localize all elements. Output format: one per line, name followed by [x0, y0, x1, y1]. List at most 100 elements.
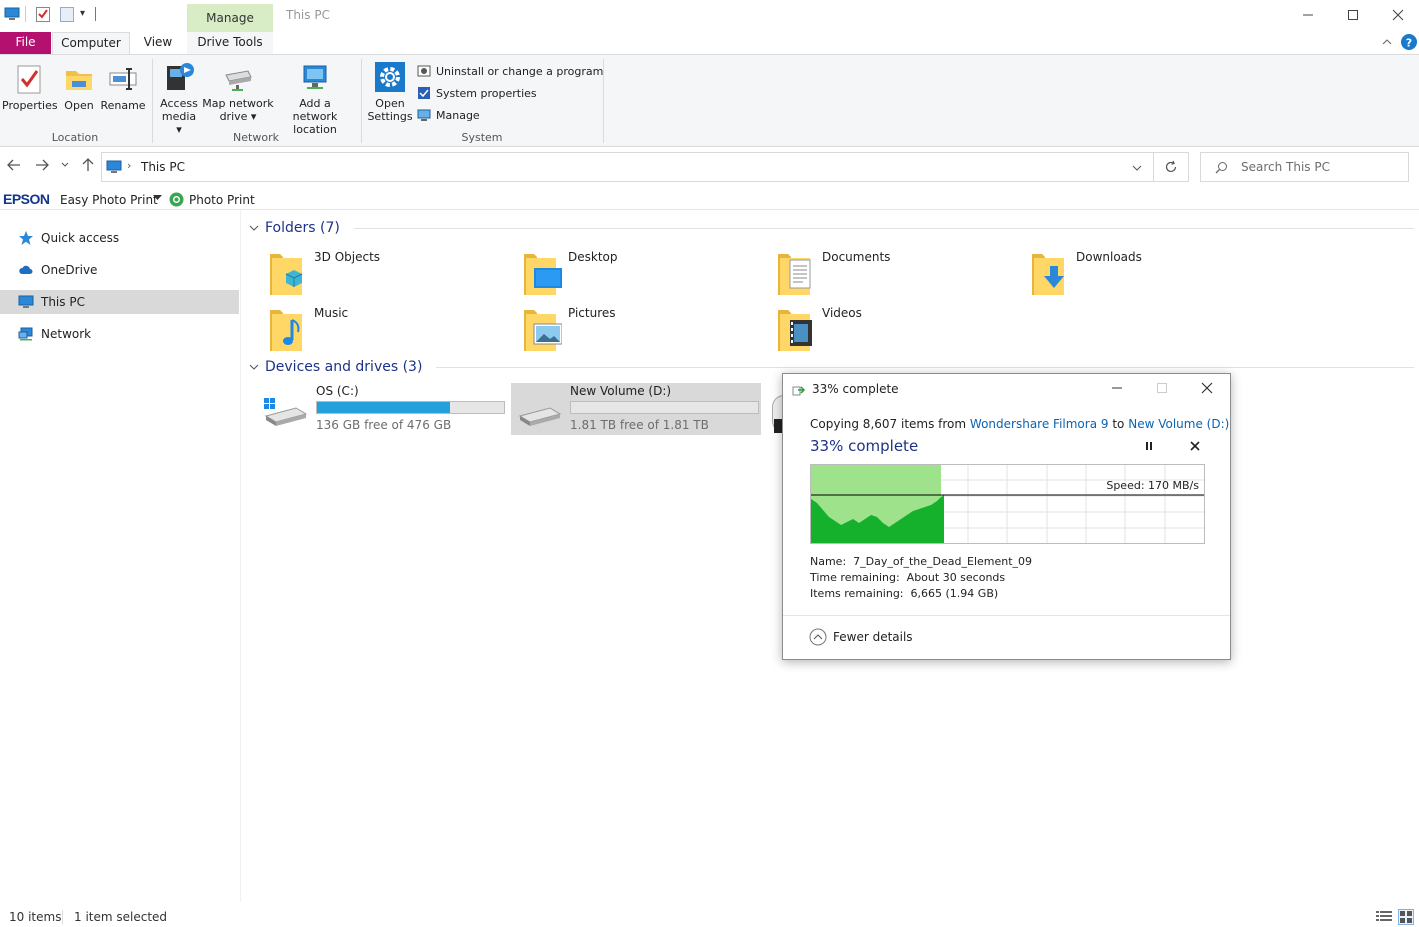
svg-text:?: ?: [1406, 37, 1412, 50]
breadcrumb-chevron-icon[interactable]: ›: [127, 159, 131, 172]
pictures-folder-icon: [524, 310, 562, 351]
nav-network[interactable]: Network: [0, 322, 239, 346]
search-placeholder: Search This PC: [1241, 160, 1330, 174]
breadcrumb-this-pc[interactable]: This PC: [141, 160, 185, 174]
tab-drive-tools[interactable]: Drive Tools: [187, 32, 273, 54]
photo-print-icon: [169, 192, 184, 207]
tab-file[interactable]: File: [0, 32, 51, 54]
collapse-ribbon-icon[interactable]: [1381, 36, 1393, 48]
system-properties-icon: [417, 86, 431, 100]
tab-computer[interactable]: Computer: [52, 32, 130, 54]
access-media-button[interactable]: Access media ▾: [158, 61, 200, 136]
computer-icon: [18, 295, 34, 308]
videos-folder-icon: [778, 310, 812, 351]
nav-this-pc[interactable]: This PC: [0, 290, 239, 314]
pause-icon: [1146, 442, 1152, 450]
up-arrow-icon[interactable]: [80, 157, 96, 173]
copy-description: Copying 8,607 items from Wondershare Fil…: [810, 417, 1230, 431]
system-properties-button[interactable]: System properties: [417, 84, 537, 102]
progress-heading: 33% complete: [810, 437, 919, 455]
cloud-icon: [19, 265, 33, 274]
open-button[interactable]: Open: [60, 63, 98, 112]
properties-quick-icon[interactable]: [36, 6, 50, 22]
folder-music[interactable]: Music: [268, 306, 348, 354]
epson-toolbar: EPSON Easy Photo Print Photo Print: [0, 188, 1419, 210]
dialog-divider: [783, 615, 1230, 616]
windows-drive-icon: [264, 398, 308, 426]
address-bar[interactable]: › This PC: [101, 152, 1154, 182]
new-folder-quick-icon[interactable]: [60, 6, 74, 22]
pause-button[interactable]: [1143, 440, 1155, 452]
drive-c[interactable]: OS (C:) 136 GB free of 476 GB: [262, 384, 505, 432]
fewer-details-button[interactable]: Fewer details: [809, 628, 913, 646]
easy-photo-print-dropdown-icon[interactable]: [153, 195, 162, 201]
folder-pictures[interactable]: Pictures: [522, 306, 616, 354]
title-bar: ▾ Manage This PC: [0, 0, 1419, 32]
ribbon-separator: [361, 59, 362, 143]
close-button[interactable]: [1375, 0, 1419, 30]
folders-section-header[interactable]: Folders (7): [249, 220, 1414, 236]
hard-drive-icon: [518, 407, 562, 426]
add-network-location-button[interactable]: Add a network location: [276, 61, 354, 136]
search-box[interactable]: Search This PC: [1200, 152, 1409, 182]
nav-onedrive[interactable]: OneDrive: [0, 258, 239, 282]
downloads-folder-icon: [1032, 254, 1064, 295]
music-folder-icon: [270, 310, 302, 351]
dialog-title: 33% complete: [812, 382, 899, 396]
properties-icon: [13, 63, 45, 95]
refresh-button[interactable]: [1154, 152, 1189, 182]
forward-arrow-icon[interactable]: [34, 157, 50, 173]
nav-quick-access[interactable]: Quick access: [0, 226, 239, 250]
current-file-name: 7_Day_of_the_Dead_Element_09: [853, 555, 1033, 568]
documents-folder-icon: [778, 254, 811, 295]
large-icons-view-icon[interactable]: [1398, 909, 1414, 925]
details-view-icon[interactable]: [1376, 910, 1392, 922]
media-icon: [163, 61, 195, 93]
maximize-button[interactable]: [1330, 0, 1376, 30]
manage-button[interactable]: Manage: [417, 106, 480, 124]
dialog-maximize-button: [1154, 380, 1170, 396]
drive-d-free-space: 1.81 TB free of 1.81 TB: [570, 418, 709, 432]
folder-documents[interactable]: Documents: [776, 250, 890, 298]
drive-c-name: OS (C:): [316, 384, 359, 398]
drive-d[interactable]: New Volume (D:) 1.81 TB free of 1.81 TB: [516, 384, 759, 432]
destination-link[interactable]: New Volume (D:): [1128, 417, 1229, 431]
rename-button[interactable]: Rename: [100, 63, 146, 112]
minimize-button[interactable]: [1285, 0, 1331, 30]
3d-objects-folder-icon: [270, 254, 303, 295]
open-folder-icon: [63, 63, 95, 95]
drive-d-usage-bar: [570, 401, 759, 414]
dialog-close-button[interactable]: [1199, 380, 1215, 396]
qa-end-divider: [95, 7, 96, 21]
manage-context-tab[interactable]: Manage: [187, 4, 273, 32]
network-drive-icon: [222, 61, 254, 93]
help-icon[interactable]: ?: [1401, 34, 1417, 50]
tab-view[interactable]: View: [135, 32, 181, 54]
back-arrow-icon[interactable]: [6, 157, 22, 173]
folder-videos[interactable]: Videos: [776, 306, 862, 354]
photo-print-button[interactable]: Photo Print: [189, 193, 255, 207]
easy-photo-print-button[interactable]: Easy Photo Print: [60, 193, 158, 207]
cancel-copy-button[interactable]: [1189, 440, 1201, 452]
folder-desktop[interactable]: Desktop: [522, 250, 618, 298]
collapse-chevron-icon: [249, 225, 259, 231]
folder-downloads[interactable]: Downloads: [1030, 250, 1142, 298]
drive-c-usage-bar: [316, 401, 505, 414]
properties-button[interactable]: Properties: [2, 63, 58, 112]
address-history-chevron-icon[interactable]: [1132, 163, 1142, 173]
map-network-drive-button[interactable]: Map network drive ▾: [202, 61, 274, 123]
qa-divider: [25, 6, 26, 22]
copy-progress-dialog: 33% complete Copying 8,607 items from Wo…: [782, 373, 1231, 660]
open-settings-button[interactable]: Open Settings: [366, 61, 414, 123]
ribbon-separator: [603, 59, 604, 143]
customize-qa-dropdown-icon[interactable]: ▾: [80, 8, 85, 19]
dialog-minimize-button[interactable]: [1109, 380, 1125, 396]
this-pc-icon: [4, 6, 20, 22]
transfer-speed-graph: Speed: 170 MB/s: [810, 464, 1205, 544]
ribbon: Properties Open Rename Location Access m…: [0, 54, 1419, 147]
uninstall-program-button[interactable]: Uninstall or change a program: [417, 62, 603, 80]
nav-pane-divider: [240, 210, 241, 902]
recent-locations-chevron-icon[interactable]: [60, 160, 70, 170]
folder-3d-objects[interactable]: 3D Objects: [268, 250, 380, 298]
source-link[interactable]: Wondershare Filmora 9: [970, 417, 1109, 431]
